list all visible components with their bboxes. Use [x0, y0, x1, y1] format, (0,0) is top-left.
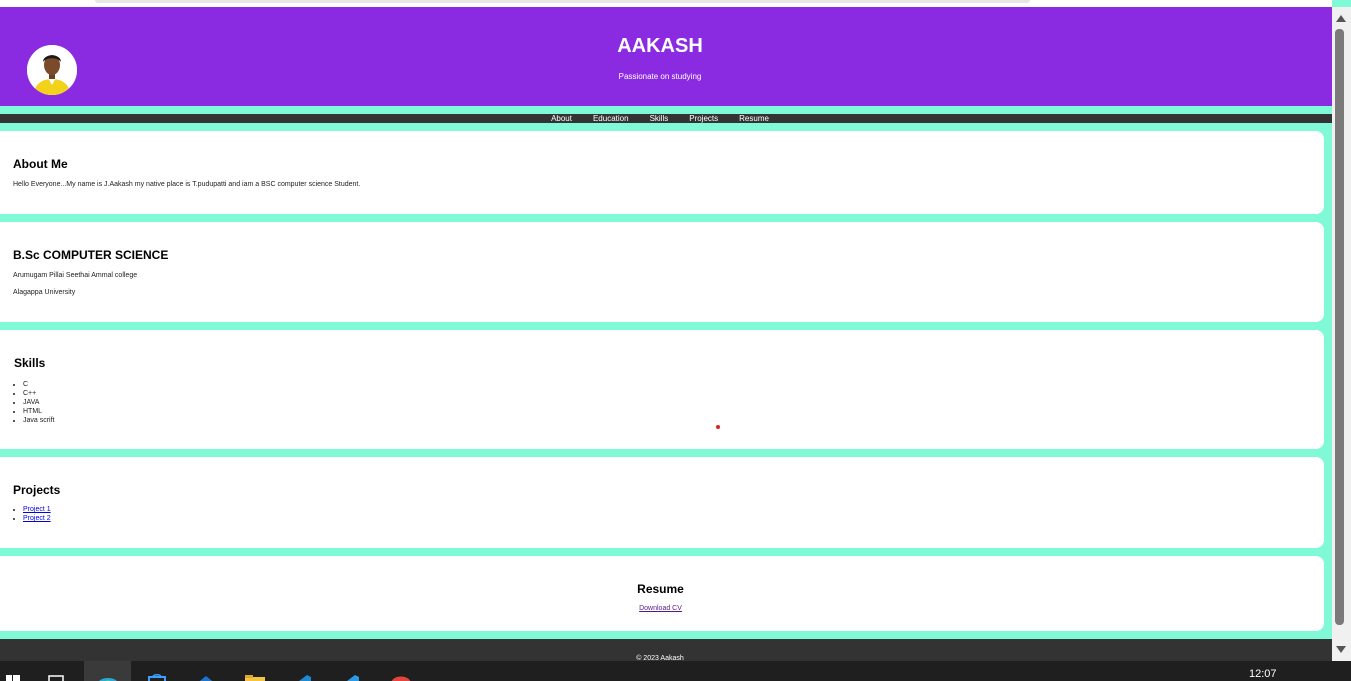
cursor-dot [716, 425, 720, 429]
scroll-up-arrow-icon[interactable] [1336, 15, 1346, 22]
project-item: Project 1 [23, 505, 51, 514]
site-title: AAKASH [617, 35, 703, 57]
project-item: Project 2 [23, 514, 51, 523]
store-icon[interactable] [146, 674, 168, 681]
about-heading: About Me [13, 157, 68, 171]
skills-list: C C++ JAVA HTML Java scrift [23, 380, 55, 425]
about-section: About Me Hello Everyone...My name is J.A… [0, 131, 1324, 214]
edge-browser-icon[interactable] [96, 674, 120, 681]
skill-item: C++ [23, 389, 55, 398]
skills-heading: Skills [14, 356, 46, 370]
mail-icon[interactable] [194, 674, 218, 681]
nav-link-skills[interactable]: Skills [650, 114, 669, 123]
resume-section: Resume Download CV [0, 556, 1324, 631]
scrollbar-thumb[interactable] [1335, 29, 1344, 625]
site-footer: © 2023 Aakash [0, 639, 1332, 661]
browser-top-strip [0, 0, 1332, 7]
projects-heading: Projects [13, 483, 61, 497]
scroll-down-arrow-icon[interactable] [1336, 646, 1346, 653]
download-cv-link[interactable]: Download CV [0, 605, 1321, 612]
file-explorer-icon[interactable] [243, 674, 267, 681]
education-college: Arumugam Pillai Seethai Ammal college [13, 272, 138, 279]
nav-link-about[interactable]: About [551, 114, 572, 123]
skill-item: HTML [23, 407, 55, 416]
nav-link-education[interactable]: Education [593, 114, 629, 123]
taskbar-clock[interactable]: 12:07 [1249, 668, 1277, 680]
vscode-icon-2[interactable] [339, 674, 363, 681]
skill-item: JAVA [23, 398, 55, 407]
resume-heading: Resume [637, 582, 684, 596]
main-nav: About Education Skills Projects Resume [0, 114, 1332, 123]
task-view-icon[interactable] [48, 674, 66, 681]
project-2-link[interactable]: Project 2 [23, 515, 51, 522]
browser-tab-bar [95, 0, 1030, 3]
nav-link-resume[interactable]: Resume [739, 114, 769, 123]
nav-link-projects[interactable]: Projects [689, 114, 718, 123]
site-header: AAKASH Passionate on studying [0, 7, 1332, 106]
site-tagline: Passionate on studying [618, 72, 702, 81]
start-icon[interactable] [6, 674, 20, 681]
skill-item: Java scrift [23, 416, 55, 425]
windows-taskbar: 12:07 [0, 661, 1351, 681]
chrome-icon[interactable] [389, 674, 413, 681]
projects-section: Projects Project 1 Project 2 [0, 457, 1324, 548]
education-university: Alagappa University [13, 289, 76, 296]
project-1-link[interactable]: Project 1 [23, 506, 51, 513]
about-text: Hello Everyone...My name is J.Aakash my … [13, 181, 361, 188]
education-heading: B.Sc COMPUTER SCIENCE [13, 248, 169, 262]
skill-item: C [23, 380, 55, 389]
skills-section: Skills C C++ JAVA HTML Java scrift [0, 330, 1324, 449]
projects-list: Project 1 Project 2 [23, 505, 51, 523]
education-section: B.Sc COMPUTER SCIENCE Arumugam Pillai Se… [0, 222, 1324, 322]
vertical-scrollbar[interactable] [1332, 7, 1351, 661]
vscode-icon[interactable] [291, 674, 315, 681]
